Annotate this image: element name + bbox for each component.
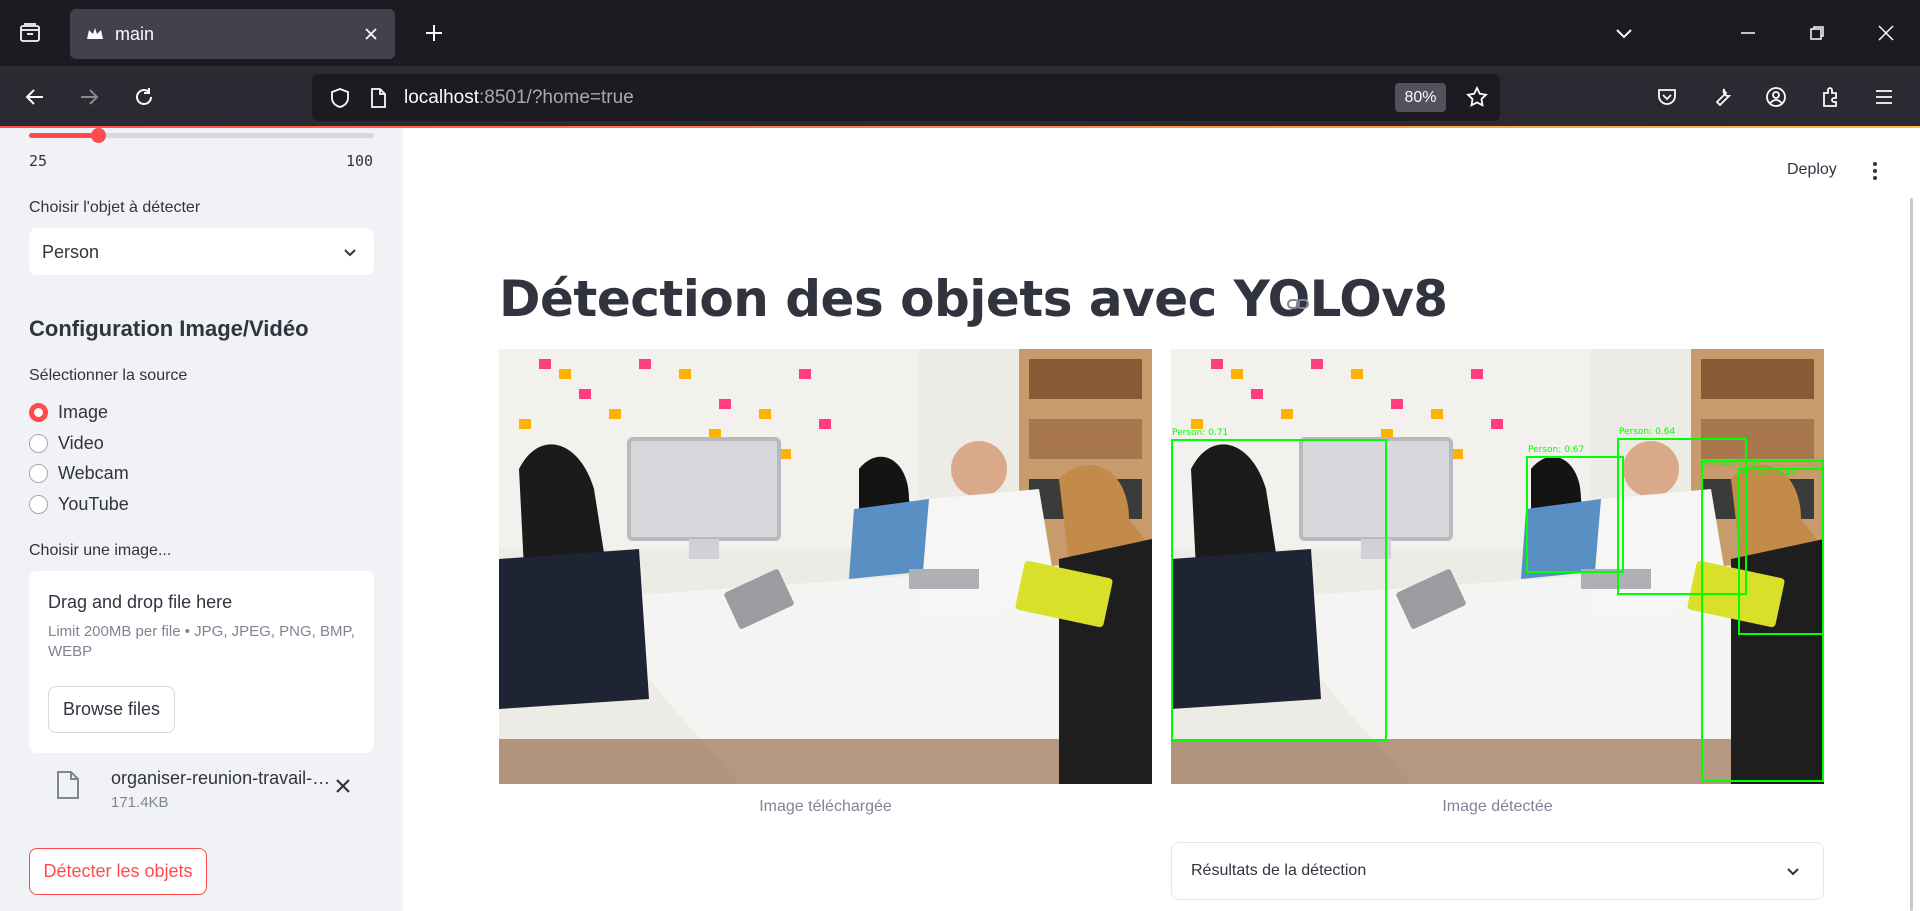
expander-label: Résultats de la détection [1191, 862, 1367, 879]
radio-dot [29, 433, 48, 453]
anchor-link-icon[interactable] [1285, 291, 1311, 317]
file-name: organiser-reunion-travail-efficace.jpg [111, 768, 331, 788]
radio-youtube[interactable]: YouTube [29, 491, 129, 517]
radio-label: Webcam [58, 462, 129, 483]
bbox-label-1: Person: 0.71 [1172, 428, 1228, 438]
bbox-label-2: Person: 0.67 [1528, 445, 1584, 455]
wrench-icon[interactable] [1702, 77, 1742, 117]
upload-label: Choisir une image... [29, 542, 172, 559]
radio-label: YouTube [58, 493, 129, 514]
object-select-label: Choisir l'objet à détecter [29, 199, 201, 216]
restore-icon[interactable] [1797, 13, 1837, 53]
more-options-icon[interactable] [1863, 159, 1887, 183]
radio-dot-selected [29, 402, 48, 422]
tab-title: main [115, 24, 155, 44]
browse-files-button[interactable]: Browse files [48, 686, 175, 733]
chevron-down-icon [1781, 859, 1805, 883]
remove-file-icon[interactable] [331, 774, 355, 798]
bbox-label-5: Person: 0.45 [1740, 469, 1796, 479]
radio-dot [29, 494, 48, 514]
close-tab-icon[interactable] [357, 20, 385, 48]
bbox-label-4: Person: 0.50 [1703, 459, 1759, 469]
config-heading: Configuration Image/Vidéo [29, 316, 309, 341]
slider-max-label: 100 [346, 152, 374, 170]
bbox-label-3: Person: 0.64 [1619, 427, 1675, 437]
object-select[interactable]: Person [29, 228, 374, 275]
uploaded-file: organiser-reunion-travail-efficace.jpg 1… [29, 760, 374, 820]
streamlit-favicon [84, 23, 106, 45]
scrollbar[interactable] [1910, 198, 1913, 911]
forward-icon[interactable] [69, 77, 109, 117]
pocket-icon[interactable] [1647, 77, 1687, 117]
menu-icon[interactable] [1864, 77, 1904, 117]
radio-dot [29, 463, 48, 483]
dropzone-limits: Limit 200MB per file • JPG, JPEG, PNG, B… [48, 623, 355, 660]
chevron-down-icon [338, 240, 362, 264]
slider-min-label: 25 [29, 152, 48, 170]
source-label: Sélectionner la source [29, 367, 188, 384]
radio-image[interactable]: Image [29, 399, 108, 425]
page-icon [358, 78, 398, 118]
reload-icon[interactable] [124, 77, 164, 117]
radio-video[interactable]: Video [29, 430, 104, 456]
radio-webcam[interactable]: Webcam [29, 460, 129, 486]
slider-thumb[interactable] [91, 128, 106, 143]
detection-results-expander[interactable]: Résultats de la détection [1171, 842, 1824, 900]
url-bar[interactable]: localhost:8501/?home=true [312, 74, 1500, 121]
confidence-slider[interactable] [29, 128, 374, 143]
zoom-level-badge[interactable]: 80% [1395, 83, 1446, 112]
main-content: Deploy Détection des objets avec YOLOv8 [403, 128, 1920, 911]
sidebar: 25 100 Choisir l'objet à détecter Person… [0, 128, 403, 911]
minimize-icon[interactable] [1728, 13, 1768, 53]
tab-overview-icon[interactable] [10, 13, 50, 53]
new-tab-icon[interactable] [414, 13, 454, 53]
url-text: localhost:8501/?home=true [404, 87, 634, 108]
caption-detected: Image détectée [1442, 798, 1553, 815]
detected-image: Person: 0.71 Person: 0.67 Person: 0.64 P… [1171, 349, 1824, 784]
shield-icon[interactable] [320, 78, 360, 118]
caption-uploaded: Image téléchargée [759, 798, 892, 815]
detect-objects-button[interactable]: Détecter les objets [29, 848, 207, 895]
file-dropzone[interactable]: Drag and drop file here Limit 200MB per … [29, 571, 374, 753]
dropzone-title: Drag and drop file here [48, 592, 233, 612]
extensions-icon[interactable] [1810, 77, 1850, 117]
browser-tab-main[interactable]: main [70, 9, 395, 59]
browser-tab-bar: main [0, 0, 1920, 66]
account-icon[interactable] [1756, 77, 1796, 117]
radio-label: Video [58, 432, 104, 453]
radio-label: Image [58, 401, 109, 422]
slider-fill [29, 133, 98, 138]
tab-list-chevron-icon[interactable] [1604, 13, 1644, 53]
deploy-button[interactable]: Deploy [1787, 161, 1837, 179]
object-select-value: Person [42, 242, 100, 262]
file-icon [55, 770, 81, 800]
back-icon[interactable] [15, 77, 55, 117]
file-size: 171.4KB [111, 794, 169, 811]
uploaded-image [499, 349, 1152, 784]
bookmark-star-icon[interactable] [1457, 77, 1497, 117]
close-window-icon[interactable] [1866, 13, 1906, 53]
